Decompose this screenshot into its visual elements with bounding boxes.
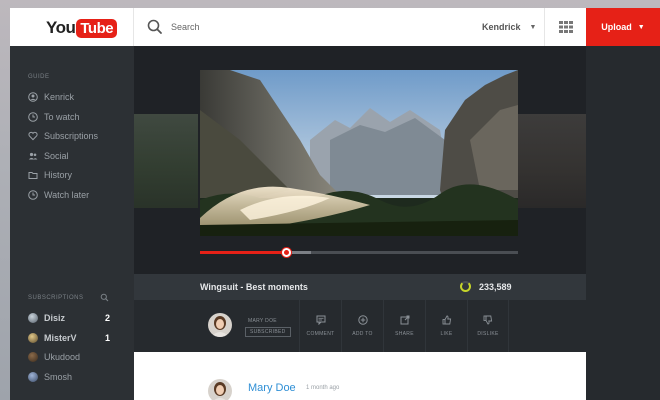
loading-ring-icon <box>460 281 471 292</box>
subscription-name: Disiz <box>44 313 66 323</box>
upload-label: Upload <box>601 22 632 32</box>
subscription-count: 2 <box>104 313 110 323</box>
upload-button[interactable]: Upload ▼ <box>586 8 660 46</box>
action-label: DISLIKE <box>477 331 499 337</box>
sidebar-item-label: History <box>44 170 73 180</box>
comment-button[interactable]: COMMENT <box>299 300 341 352</box>
channel-avatar[interactable] <box>208 313 232 337</box>
sidebar-item-label: Watch later <box>44 190 90 200</box>
view-count-value: 233,589 <box>479 281 512 292</box>
sidebar-item-label: Kenrick <box>44 92 75 102</box>
subscriptions-heading: SUBSCRIPTIONS <box>28 295 84 301</box>
search-input[interactable] <box>171 22 421 32</box>
action-label: ADD TO <box>352 331 373 337</box>
heart-icon <box>28 131 38 141</box>
youtube-logo[interactable]: You Tube <box>46 17 118 39</box>
comment-avatar[interactable] <box>208 379 232 400</box>
comments-section: Mary Doe 1 month ago <box>134 352 586 400</box>
plus-circle-icon <box>357 315 368 325</box>
chevron-down-icon: ▼ <box>529 23 537 31</box>
avatar <box>28 333 38 343</box>
logo-cell: You Tube <box>10 8 134 46</box>
guide-heading: GUIDE <box>28 74 50 80</box>
sidebar-item-social[interactable]: Social <box>28 151 118 161</box>
add-to-button[interactable]: ADD TO <box>341 300 383 352</box>
view-count: 233,589 <box>460 281 512 292</box>
action-label: COMMENT <box>306 331 335 337</box>
video-player[interactable] <box>200 70 518 236</box>
next-video-thumbnail[interactable] <box>518 114 586 208</box>
sidebar-item-history[interactable]: History <box>28 170 118 180</box>
comment-icon <box>316 315 325 325</box>
dislike-button[interactable]: DISLIKE <box>467 300 509 352</box>
sidebar-item-label: Subscriptions <box>44 131 99 141</box>
search-icon[interactable] <box>146 18 164 36</box>
user-menu[interactable]: Kendrick ▼ <box>482 8 536 46</box>
action-label: LIKE <box>440 331 453 337</box>
sidebar-item-watch-later[interactable]: Watch later <box>28 190 118 200</box>
subscription-item[interactable]: Disiz 2 <box>28 313 110 323</box>
progress-played <box>200 251 286 254</box>
action-label: SHARE <box>395 331 414 337</box>
share-icon <box>400 315 409 325</box>
thumbs-up-icon <box>442 315 451 325</box>
video-actions-bar: MARY DOE SUBSCRIBED COMMENT ADD TO SHARE… <box>134 300 586 352</box>
avatar <box>28 372 38 382</box>
subscription-count: 1 <box>104 333 110 343</box>
like-button[interactable]: LIKE <box>425 300 467 352</box>
subscription-item[interactable]: Smosh <box>28 372 110 382</box>
video-frame <box>200 70 518 236</box>
clock-icon <box>28 190 38 200</box>
user-icon <box>28 92 38 102</box>
subscription-item[interactable]: MisterV 1 <box>28 333 110 343</box>
video-info-bar: Wingsuit - Best moments 233,589 <box>134 274 586 300</box>
apps-grid-button[interactable] <box>544 8 586 46</box>
subscription-item[interactable]: Ukudood <box>28 352 110 362</box>
progress-scrubber[interactable] <box>281 248 291 257</box>
avatar <box>28 313 38 323</box>
video-progress-bar[interactable] <box>200 248 518 257</box>
folder-icon <box>28 172 38 179</box>
grid-icon <box>558 21 573 33</box>
sidebar-item-label: Social <box>44 151 69 161</box>
sidebar: GUIDE Kenrick To watch Subscriptions Soc… <box>10 46 134 400</box>
avatar-image <box>208 379 232 400</box>
sidebar-item-label: To watch <box>44 112 80 122</box>
avatar-image <box>208 313 232 337</box>
user-name: Kendrick <box>482 22 521 32</box>
subscription-name: Ukudood <box>44 352 81 362</box>
sidebar-item-to-watch[interactable]: To watch <box>28 112 118 122</box>
chevron-down-icon: ▼ <box>637 23 645 31</box>
people-icon <box>28 152 38 160</box>
avatar <box>28 352 38 362</box>
channel-name: MARY DOE <box>248 318 277 324</box>
logo-you-text: You <box>46 18 76 37</box>
logo-tube-text: Tube <box>76 18 118 38</box>
search-icon[interactable] <box>100 293 109 302</box>
thumbs-down-icon <box>483 315 493 325</box>
subscription-name: MisterV <box>44 333 77 343</box>
sidebar-item-subscriptions[interactable]: Subscriptions <box>28 131 118 141</box>
top-bar: You Tube Kendrick ▼ Upload ▼ <box>10 8 660 46</box>
video-stage <box>134 46 586 274</box>
subscribed-button[interactable]: SUBSCRIBED <box>245 327 291 337</box>
video-title: Wingsuit - Best moments <box>200 282 308 292</box>
previous-video-thumbnail[interactable] <box>134 114 198 208</box>
comment-author-link[interactable]: Mary Doe <box>248 382 296 394</box>
search-bar <box>146 8 476 46</box>
sidebar-item-kenrick[interactable]: Kenrick <box>28 92 118 102</box>
clock-icon <box>28 112 38 122</box>
app-window: You Tube Kendrick ▼ Upload ▼ GU <box>10 8 660 400</box>
comment-timestamp: 1 month ago <box>306 385 340 391</box>
subscription-name: Smosh <box>44 372 73 382</box>
share-button[interactable]: SHARE <box>383 300 425 352</box>
right-pane <box>586 46 660 400</box>
